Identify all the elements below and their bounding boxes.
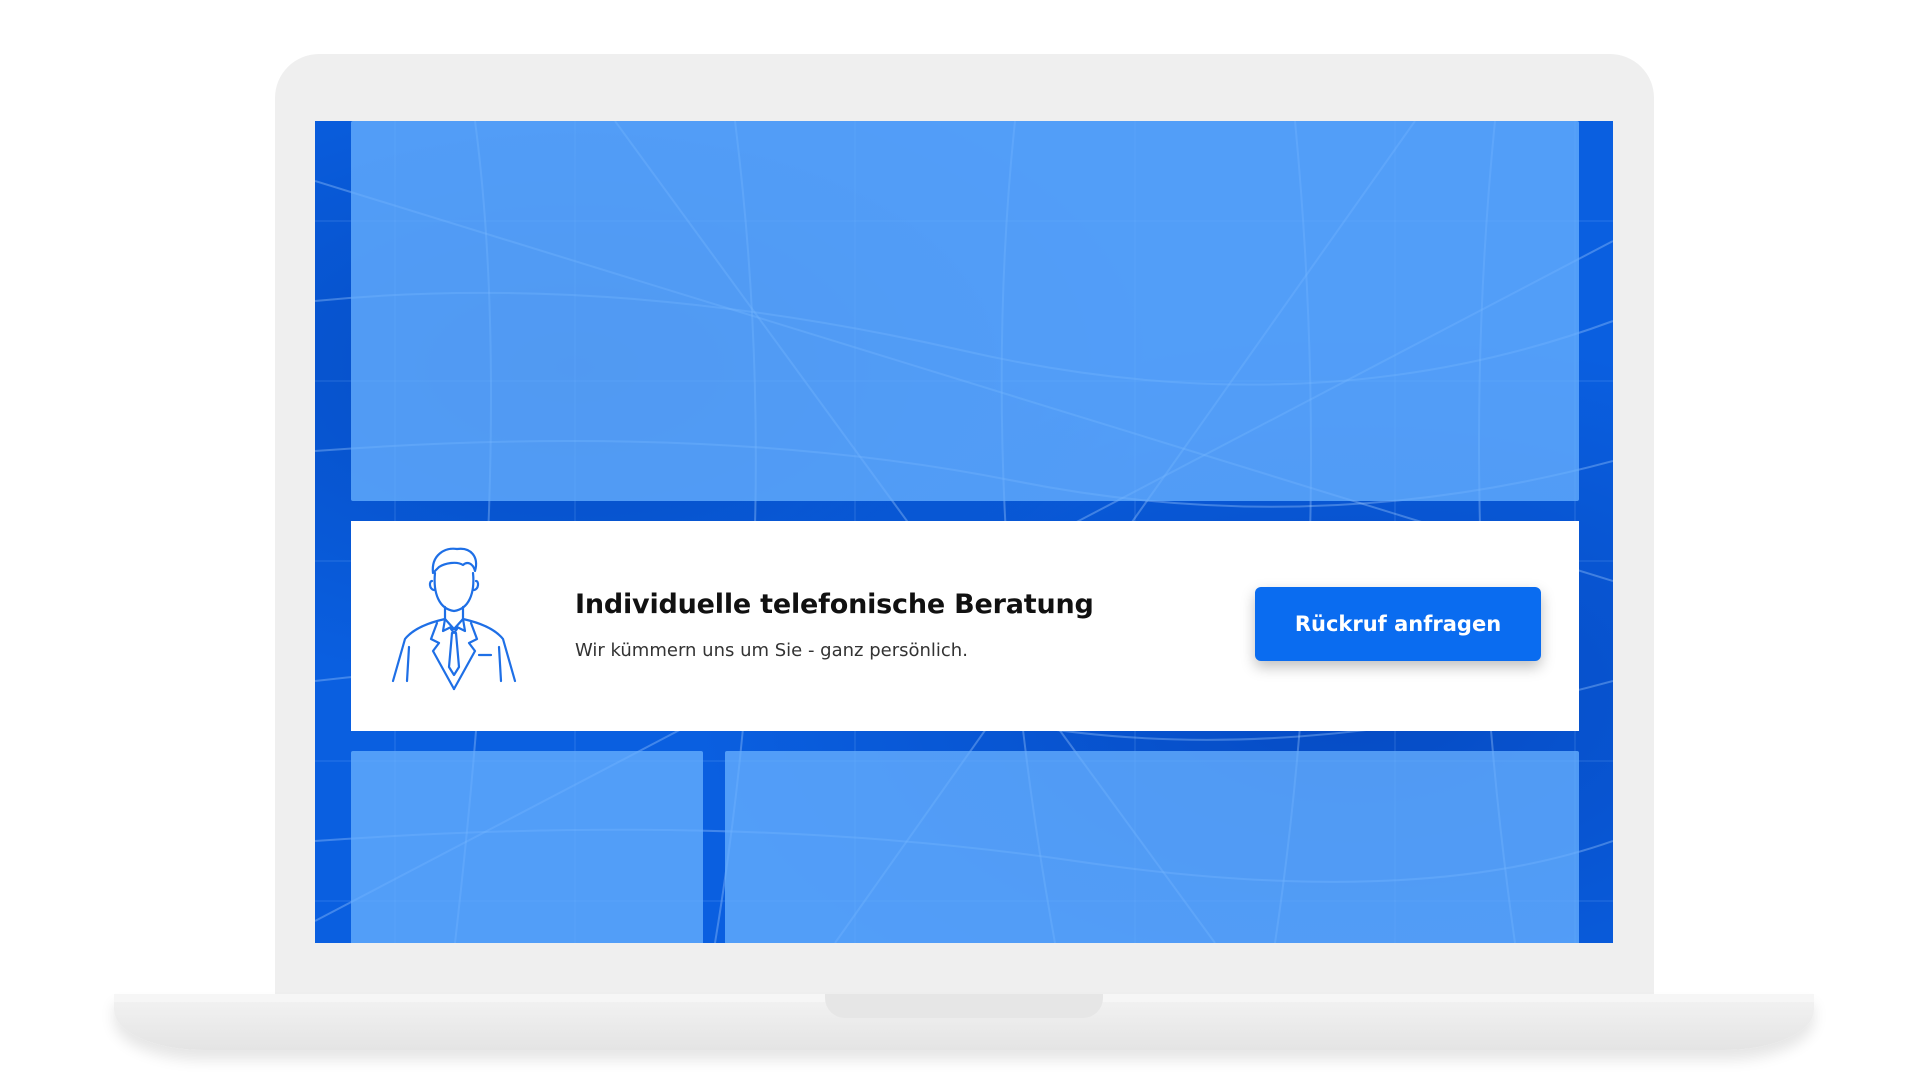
card-title: Individuelle telefonische Beratung — [575, 589, 1094, 620]
callback-card: Individuelle telefonische Beratung Wir k… — [351, 521, 1579, 731]
hero-panel — [351, 121, 1579, 501]
bottom-left-panel — [351, 751, 703, 943]
card-subtitle: Wir kümmern uns um Sie - ganz persönlich… — [575, 640, 968, 661]
businessman-icon — [391, 547, 517, 691]
laptop-notch — [825, 994, 1103, 1018]
request-callback-button[interactable]: Rückruf anfragen — [1255, 587, 1541, 661]
laptop-screen: Individuelle telefonische Beratung Wir k… — [315, 121, 1613, 943]
bottom-right-panel — [725, 751, 1579, 943]
